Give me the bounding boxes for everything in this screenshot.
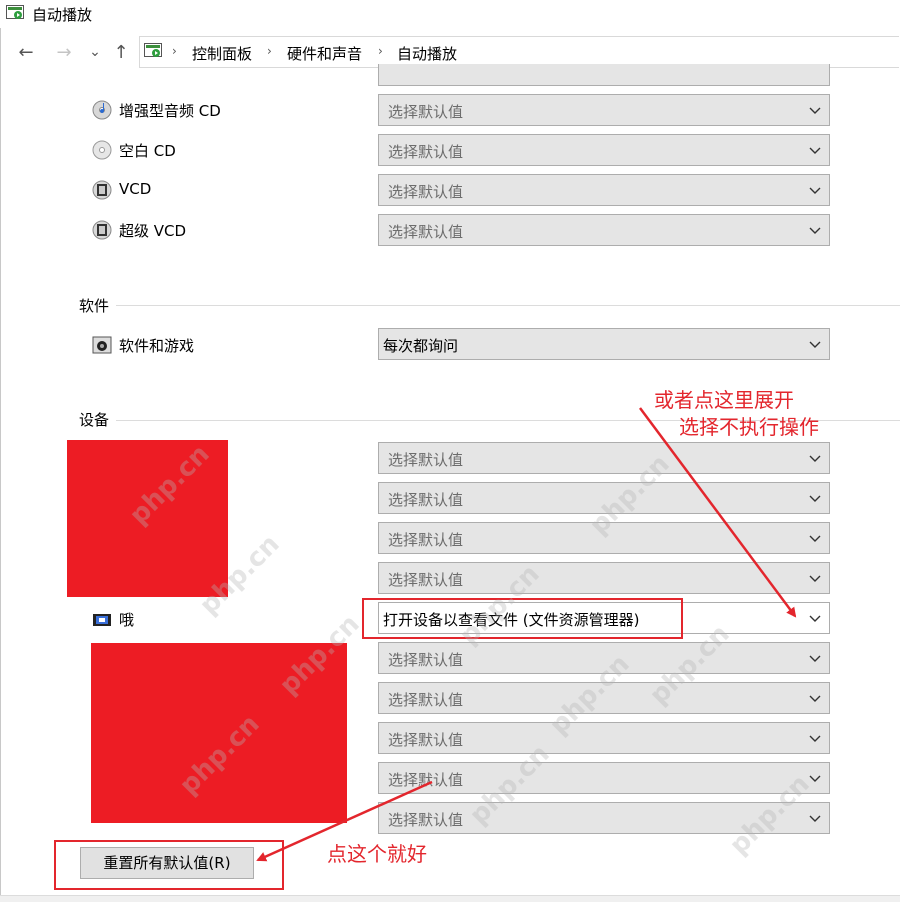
annotation-arrows <box>256 407 797 862</box>
arrow-to-reset <box>256 780 433 862</box>
arrow-to-dropdown <box>638 407 797 618</box>
